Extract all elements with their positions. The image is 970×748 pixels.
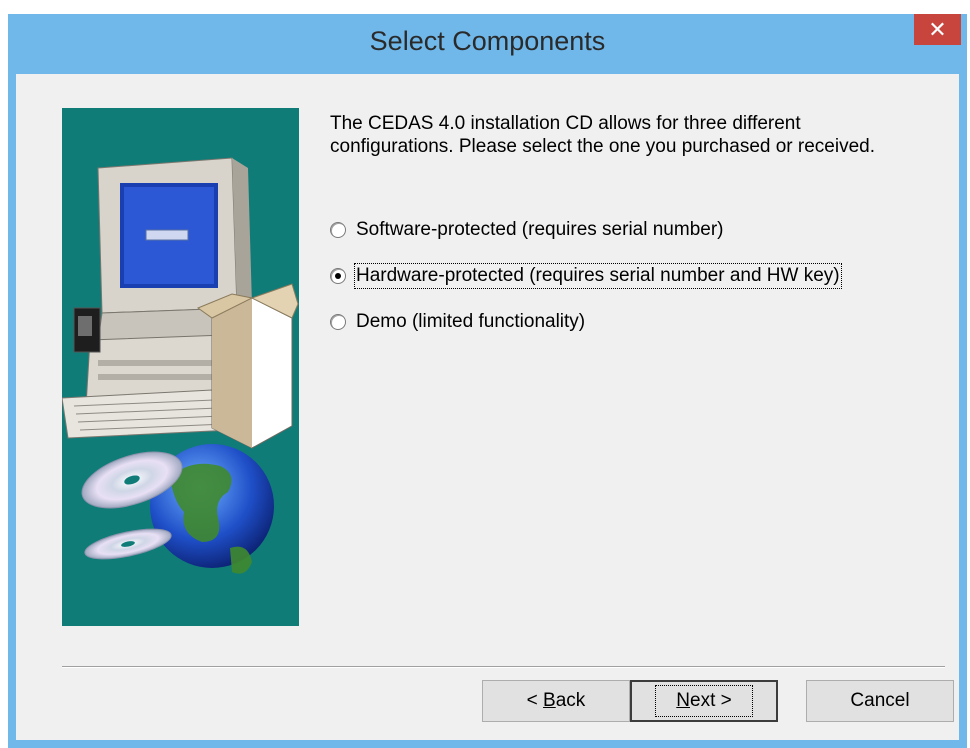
radio-hardware-protected[interactable]: Hardware-protected (requires serial numb… (330, 262, 842, 290)
option-label-hardware: Hardware-protected (requires serial numb… (354, 263, 842, 289)
next-button-label: Next > (655, 685, 753, 717)
window-title: Select Components (369, 26, 606, 56)
option-label-demo: Demo (limited functionality) (356, 311, 586, 332)
next-button[interactable]: Next > (630, 680, 778, 722)
title-bar[interactable]: Select Components ✕ (8, 14, 967, 74)
setup-illustration (62, 108, 299, 626)
cancel-button[interactable]: Cancel (806, 680, 954, 722)
footer-divider (62, 666, 945, 668)
close-icon: ✕ (928, 17, 947, 42)
close-button[interactable]: ✕ (914, 14, 961, 45)
radio-software-protected[interactable]: Software-protected (requires serial numb… (330, 216, 724, 244)
radio-button[interactable] (330, 222, 346, 238)
back-button-label: < Back (526, 690, 586, 711)
computer-illustration (62, 157, 299, 574)
radio-button-selected[interactable] (330, 268, 346, 284)
radio-demo[interactable]: Demo (limited functionality) (330, 308, 585, 336)
back-button[interactable]: < Back (482, 680, 630, 722)
option-label-software: Software-protected (requires serial numb… (356, 219, 724, 240)
radio-button[interactable] (330, 314, 346, 330)
installer-window: Select Components ✕ The CEDAS 4.0 instal… (8, 14, 967, 748)
intro-text: The CEDAS 4.0 installation CD allows for… (330, 113, 875, 157)
dialog-client-area: The CEDAS 4.0 installation CD allows for… (16, 74, 959, 740)
